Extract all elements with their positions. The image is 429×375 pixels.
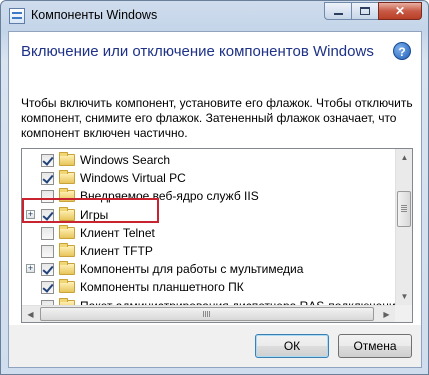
tree-item-label: Клиент Telnet <box>80 225 155 240</box>
scroll-right-arrow-icon[interactable]: ▶ <box>378 306 395 322</box>
scrollbar-corner <box>395 305 412 322</box>
close-icon: ✕ <box>394 4 406 18</box>
tree-item-label: Windows Virtual PC <box>80 171 186 186</box>
instructions-text: Чтобы включить компонент, установите его… <box>21 96 413 140</box>
expand-plus-icon[interactable]: + <box>26 264 35 274</box>
tree-item[interactable]: Windows Virtual PC <box>22 169 396 187</box>
folder-icon <box>59 243 75 257</box>
horizontal-scroll-thumb[interactable] <box>40 307 374 321</box>
ok-button[interactable]: ОК <box>255 334 329 358</box>
scroll-left-arrow-icon[interactable]: ◀ <box>22 306 39 322</box>
feature-checkbox[interactable] <box>41 263 54 277</box>
tree-item[interactable]: Клиент Telnet <box>22 224 396 242</box>
tree-item-label: Компоненты планшетного ПК <box>80 280 244 295</box>
maximize-button[interactable] <box>351 2 378 20</box>
tree-item[interactable]: + Компоненты для работы с мультимедиа <box>22 260 396 278</box>
tree-item[interactable]: Windows Search <box>22 151 396 169</box>
content-panel: Включение или отключение компонентов Win… <box>9 32 421 325</box>
dialog-window: Компоненты Windows ✕ Включение или отклю… <box>0 0 429 375</box>
minimize-icon <box>333 13 343 15</box>
tree-item-label: Компоненты для работы с мультимедиа <box>80 262 304 277</box>
tree-item-label: Клиент TFTP <box>80 244 153 258</box>
maximize-icon <box>360 7 370 15</box>
features-tree[interactable]: Пакет администрирования диспетчера RAS-п… <box>21 148 413 323</box>
tree-item[interactable]: Клиент TFTP <box>22 242 396 260</box>
page-title: Включение или отключение компонентов Win… <box>21 43 374 60</box>
caption-buttons: ✕ <box>324 2 422 20</box>
feature-checkbox[interactable] <box>41 245 54 258</box>
help-icon[interactable]: ? <box>393 42 411 60</box>
tree-item-label: Windows Search <box>80 153 171 167</box>
window-title: Компоненты Windows <box>31 8 158 22</box>
vertical-scrollbar[interactable]: ▲ ▼ <box>395 149 412 305</box>
folder-icon <box>59 224 75 239</box>
cancel-button[interactable]: Отмена <box>338 334 412 358</box>
vertical-scroll-thumb[interactable] <box>397 191 411 227</box>
close-button[interactable]: ✕ <box>378 2 422 20</box>
horizontal-scrollbar[interactable]: ◀ ▶ <box>22 305 395 322</box>
folder-icon <box>59 261 75 276</box>
window-components-icon <box>9 8 25 24</box>
highlight-annotation <box>22 198 159 223</box>
minimize-button[interactable] <box>324 2 351 20</box>
feature-checkbox[interactable] <box>41 281 54 295</box>
scroll-up-arrow-icon[interactable]: ▲ <box>396 149 412 166</box>
scroll-down-arrow-icon[interactable]: ▼ <box>396 288 412 305</box>
folder-icon <box>59 152 75 166</box>
feature-checkbox[interactable] <box>41 172 54 186</box>
feature-checkbox[interactable] <box>41 154 54 167</box>
folder-icon <box>59 170 75 185</box>
title-bar[interactable]: Компоненты Windows ✕ <box>1 1 428 31</box>
folder-icon <box>59 279 75 294</box>
tree-item[interactable]: Компоненты планшетного ПК <box>22 278 396 296</box>
feature-checkbox[interactable] <box>41 226 54 240</box>
